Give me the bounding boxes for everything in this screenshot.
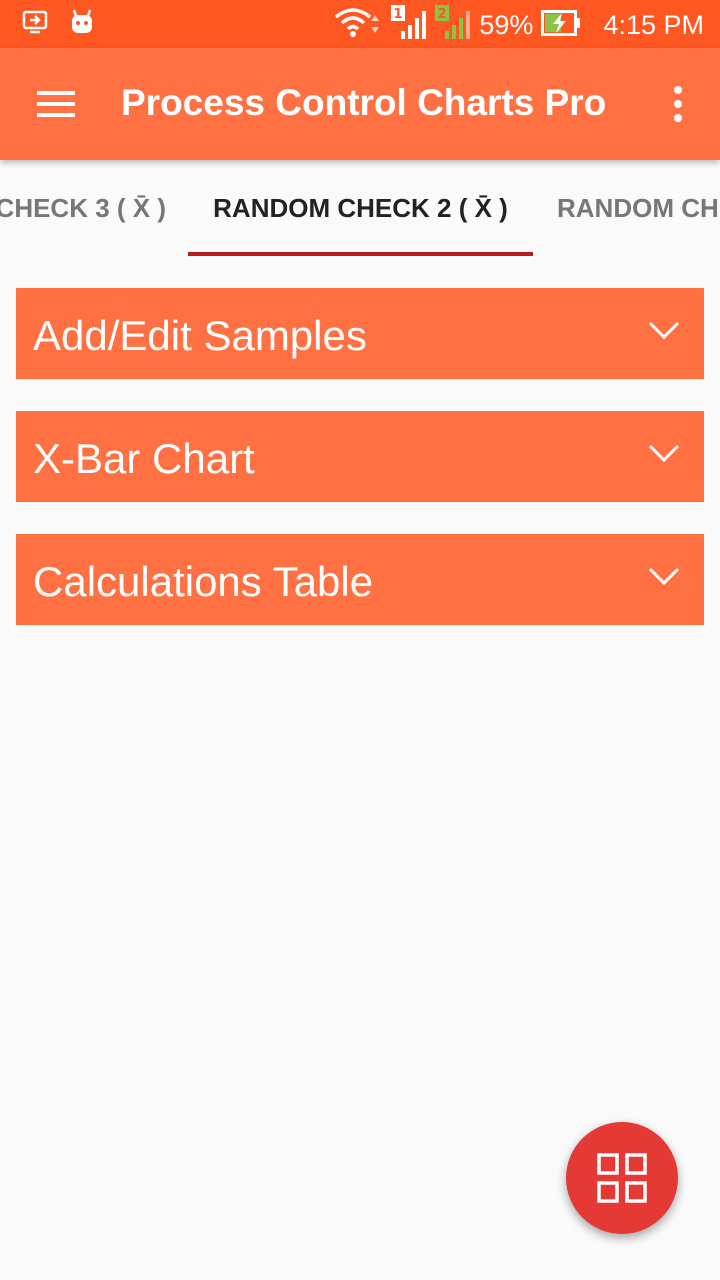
chevron-down-icon: [648, 321, 680, 340]
panel-title: Calculations Table: [33, 558, 374, 605]
hamburger-menu-icon[interactable]: [26, 78, 86, 130]
tab-random-check-3[interactable]: RANDOM CHECK 3 ( X̄ ): [0, 160, 166, 256]
signal-sim1-icon: 1: [391, 4, 427, 46]
panel-x-bar-chart[interactable]: X-Bar Chart: [16, 411, 704, 502]
app-bar: Process Control Charts Pro: [0, 48, 720, 160]
sim1-label: 1: [394, 7, 403, 22]
sim2-label: 2: [438, 7, 447, 22]
tab-indicator: [188, 252, 533, 256]
panel-add-edit-samples[interactable]: Add/Edit Samples: [16, 288, 704, 379]
status-bar: 1 2 59% 4:15 PM: [0, 0, 720, 48]
cast-icon: [22, 10, 48, 39]
chevron-down-icon: [648, 444, 680, 463]
fab-button[interactable]: [566, 1122, 678, 1234]
tab-bar: RANDOM CHECK 3 ( X̄ ) RANDOM CHECK 2 ( X…: [0, 160, 720, 256]
android-icon: [70, 9, 94, 40]
battery-charging-icon: [541, 9, 581, 41]
grid-apps-icon: [597, 1153, 647, 1203]
tab-random-check-next[interactable]: RANDOM CHECK: [533, 160, 720, 256]
tab-random-check-2[interactable]: RANDOM CHECK 2 ( X̄ ): [188, 160, 533, 256]
panel-calculations-table[interactable]: Calculations Table: [16, 534, 704, 625]
clock: 4:15 PM: [603, 9, 704, 40]
more-vertical-icon[interactable]: [658, 78, 698, 130]
panel-title: X-Bar Chart: [33, 435, 255, 482]
battery-percent: 59%: [479, 9, 534, 40]
wifi-icon: [333, 7, 383, 44]
app-title: Process Control Charts Pro: [121, 82, 607, 123]
panel-title: Add/Edit Samples: [33, 312, 367, 359]
signal-sim2-icon: 2: [435, 4, 471, 46]
chevron-down-icon: [648, 567, 680, 586]
